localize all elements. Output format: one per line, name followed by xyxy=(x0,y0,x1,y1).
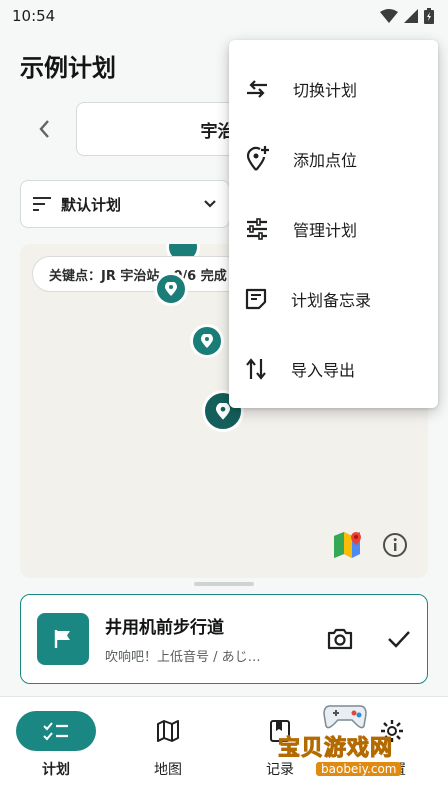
map-corner-controls xyxy=(332,530,408,560)
swap-horiz-icon xyxy=(247,80,267,98)
flag-icon xyxy=(54,630,70,648)
check-icon[interactable] xyxy=(387,629,411,649)
map-pin[interactable] xyxy=(154,272,188,306)
google-maps-icon[interactable] xyxy=(332,530,362,560)
sort-icon xyxy=(33,197,51,211)
battery-icon xyxy=(424,8,434,24)
menu-item-label: 导入导出 xyxy=(291,361,356,380)
import-export-icon xyxy=(246,358,266,380)
page-title: 示例计划 xyxy=(20,54,116,82)
camera-icon[interactable] xyxy=(327,628,353,650)
status-time: 10:54 xyxy=(12,7,56,25)
plan-dropdown-label: 默认计划 xyxy=(61,195,122,214)
menu-item-label: 计划备忘录 xyxy=(291,291,372,310)
nav-plan[interactable]: 计划 xyxy=(0,711,112,779)
keypoint-chip[interactable]: 关键点：JR 宇治站 · 0/6 完成 xyxy=(32,256,244,292)
prev-station-button[interactable] xyxy=(20,100,68,158)
menu-item-plan-notes[interactable]: 计划备忘录 xyxy=(229,264,438,334)
status-icons xyxy=(380,8,434,24)
nav-map-label: 地图 xyxy=(154,762,182,778)
chevron-down-icon xyxy=(204,200,216,208)
note-icon xyxy=(245,288,267,310)
point-card[interactable]: 井用机前步行道 吹响吧！上低音号 / あじ… xyxy=(20,594,428,684)
menu-item-add-point[interactable]: 添加点位 xyxy=(229,124,438,194)
drag-handle[interactable] xyxy=(194,582,254,586)
map-pin[interactable] xyxy=(190,324,224,358)
menu-item-label: 添加点位 xyxy=(293,151,358,170)
gamepad-icon xyxy=(323,705,367,729)
info-icon[interactable] xyxy=(382,532,408,558)
checklist-icon xyxy=(43,722,68,741)
chevron-left-icon xyxy=(39,120,49,138)
tune-icon xyxy=(247,218,267,240)
location-pin-icon xyxy=(165,282,177,296)
wifi-icon xyxy=(380,9,398,23)
menu-item-label: 管理计划 xyxy=(293,221,358,240)
watermark-url: baobeiy.com xyxy=(316,762,402,776)
map-icon xyxy=(157,720,179,742)
watermark-text: 宝贝游戏网 xyxy=(277,736,394,762)
plan-dropdown[interactable]: 默认计划 xyxy=(20,180,230,228)
menu-item-label: 切换计划 xyxy=(293,81,358,100)
nav-plan-label: 计划 xyxy=(42,762,70,778)
add-location-icon xyxy=(246,146,269,171)
menu-item-import-export[interactable]: 导入导出 xyxy=(229,334,438,404)
menu-item-switch-plan[interactable]: 切换计划 xyxy=(229,54,438,124)
location-pin-icon xyxy=(216,402,230,420)
point-subtitle: 吹响吧！上低音号 / あじ… xyxy=(105,650,261,665)
overflow-menu: 切换计划 添加点位 管理计划 计划备忘录 导入导出 xyxy=(229,40,438,408)
location-pin-icon xyxy=(201,334,213,348)
flag-badge xyxy=(37,613,89,665)
watermark-logo: 宝贝游戏网 baobeiy.com xyxy=(270,700,430,788)
status-bar: 10:54 xyxy=(0,0,448,32)
nav-map[interactable]: 地图 xyxy=(112,711,224,779)
point-title: 井用机前步行道 xyxy=(105,618,224,638)
signal-icon xyxy=(404,9,418,23)
menu-item-manage-plan[interactable]: 管理计划 xyxy=(229,194,438,264)
